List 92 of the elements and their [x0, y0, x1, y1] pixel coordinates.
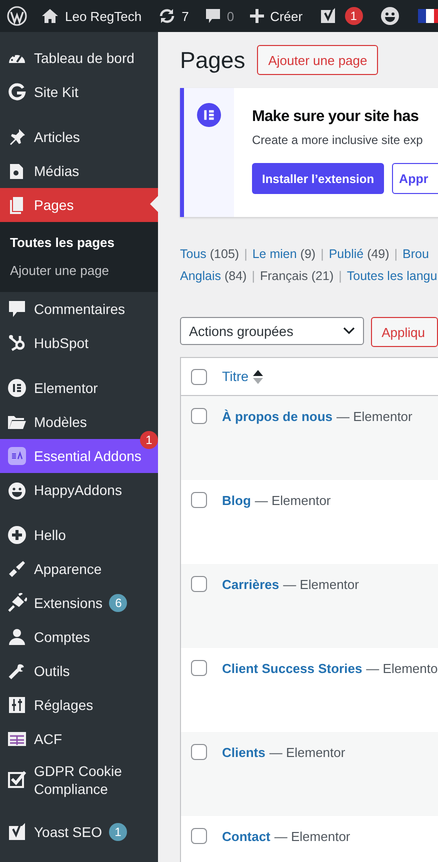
notification-badge: 1 — [140, 431, 158, 449]
page-title-link[interactable]: Contact — [222, 829, 270, 844]
checkbox[interactable] — [191, 492, 207, 508]
page-state-label: — Elementor — [274, 829, 350, 844]
separator: | — [338, 269, 342, 283]
sidebar-item[interactable]: Médias — [0, 154, 158, 188]
checkbox[interactable] — [191, 744, 207, 760]
refresh-icon — [158, 8, 176, 24]
sidebar-item[interactable]: Tableau de bord — [0, 41, 158, 75]
site-name-link[interactable]: Leo RegTech — [33, 0, 150, 32]
new-content-link[interactable]: Créer — [242, 0, 311, 32]
checkbox[interactable] — [191, 408, 207, 424]
bulk-actions-dropdown[interactable]: Actions groupées — [180, 317, 364, 345]
sidebar-item[interactable]: Réglages — [0, 688, 158, 722]
e-circle-icon — [197, 103, 221, 127]
page-title-link[interactable]: À propos de nous — [222, 409, 332, 424]
apply-button[interactable]: Appliqu — [370, 317, 438, 347]
page-state-label: — Elementor — [269, 745, 346, 760]
page-state-label: — Elementor — [336, 409, 412, 424]
checkbox-tick-icon — [7, 770, 27, 790]
sidebar-item[interactable]: Outils — [0, 654, 158, 688]
filter-link[interactable]: Brou — [402, 247, 429, 261]
page-state-label: — Elementor — [283, 577, 359, 592]
count-badge: 1 — [108, 823, 127, 841]
sidebar-item[interactable]: Apparence — [0, 552, 158, 586]
submenu-item[interactable]: Ajouter une page — [0, 257, 158, 285]
page-title-link[interactable]: Client Success Stories — [222, 661, 362, 676]
page-title-link[interactable]: Blog — [222, 493, 251, 508]
sidebar-item[interactable]: Articles — [0, 120, 158, 154]
submenu-item[interactable]: Toutes les pages — [0, 229, 158, 257]
sidebar-item[interactable]: HappyAddons — [0, 473, 158, 507]
flag-icon[interactable] — [418, 9, 438, 23]
sidebar-item[interactable]: HubSpot — [0, 326, 158, 360]
column-header-link[interactable]: Titre — [222, 369, 248, 384]
sort-arrows-icon — [252, 370, 262, 384]
filter-link[interactable]: Anglais (84) — [180, 269, 247, 283]
chevron-down-icon — [342, 327, 355, 335]
arc-icon — [7, 82, 27, 102]
page-title-link[interactable]: Clients — [222, 745, 266, 760]
speech-bubble-icon — [204, 8, 221, 24]
speech-bubble-icon — [7, 299, 27, 319]
e-circle-icon — [7, 378, 27, 398]
sliders-icon — [7, 695, 27, 715]
plus-icon — [250, 9, 264, 23]
plus-circle-icon — [7, 525, 27, 545]
shield-y-icon — [7, 822, 27, 842]
separator: | — [244, 247, 248, 261]
install-button[interactable]: Installer l’extension — [252, 163, 384, 194]
sidebar-item[interactable]: Hello — [0, 518, 158, 552]
person-icon — [7, 627, 27, 647]
ea-square-icon — [7, 446, 27, 466]
separator: | — [320, 247, 324, 261]
sprocket-icon — [7, 333, 27, 353]
filter-link[interactable]: Français (21) — [260, 269, 334, 283]
seo-menu-link[interactable]: 1 — [310, 0, 371, 32]
updates-link[interactable]: 7 — [150, 0, 197, 32]
sidebar-item[interactable]: Yoast SEO 1 — [0, 815, 158, 849]
checkbox[interactable] — [191, 368, 207, 384]
notification-badge: 1 — [344, 7, 363, 25]
sidebar-item[interactable]: Commentaires — [0, 292, 158, 326]
sidebar-item[interactable]: Site Kit — [0, 75, 158, 109]
sidebar-item[interactable]: ACF — [0, 722, 158, 756]
separator: | — [252, 269, 255, 283]
filter-link[interactable]: Publié (49) — [328, 247, 390, 261]
separator: | — [394, 247, 398, 261]
shield-y-icon — [318, 7, 337, 25]
table-grid-icon — [7, 729, 27, 749]
filter-link[interactable]: Tous (105) — [180, 247, 240, 261]
sidebar-item[interactable]: Extensions 6 — [0, 586, 158, 620]
checkbox[interactable] — [191, 828, 207, 844]
count-badge: 6 — [109, 594, 128, 612]
filter-link[interactable]: Le mien (9) — [252, 247, 316, 261]
filter-link[interactable]: Toutes les langu — [346, 269, 438, 283]
page-title: Pages — [180, 46, 246, 74]
add-page-button[interactable]: Ajouter une page — [257, 45, 378, 75]
page-state-label: — Elementor — [254, 493, 331, 508]
notice-title: Make sure your site has — [252, 108, 420, 126]
learn-more-button[interactable]: Appr — [392, 163, 438, 194]
smiley-face-icon[interactable] — [380, 6, 400, 26]
checkbox[interactable] — [191, 660, 207, 676]
sidebar-item[interactable]: Comptes — [0, 620, 158, 654]
comments-link[interactable]: 0 — [196, 0, 242, 32]
page-state-label: — Elemento — [366, 661, 438, 676]
page-title-link[interactable]: Carrières — [222, 577, 280, 592]
grinning-face-icon — [7, 480, 27, 500]
checkbox[interactable] — [191, 576, 207, 592]
wordpress-logo-icon[interactable] — [7, 6, 27, 26]
home-icon — [41, 8, 59, 24]
sidebar-item[interactable]: GDPR Cookie Compliance — [0, 756, 158, 804]
sidebar-item[interactable]: Elementor — [0, 371, 158, 405]
notice-text: Create a more inclusive site exp — [252, 133, 424, 147]
sidebar-item[interactable]: Pages — [0, 188, 158, 222]
